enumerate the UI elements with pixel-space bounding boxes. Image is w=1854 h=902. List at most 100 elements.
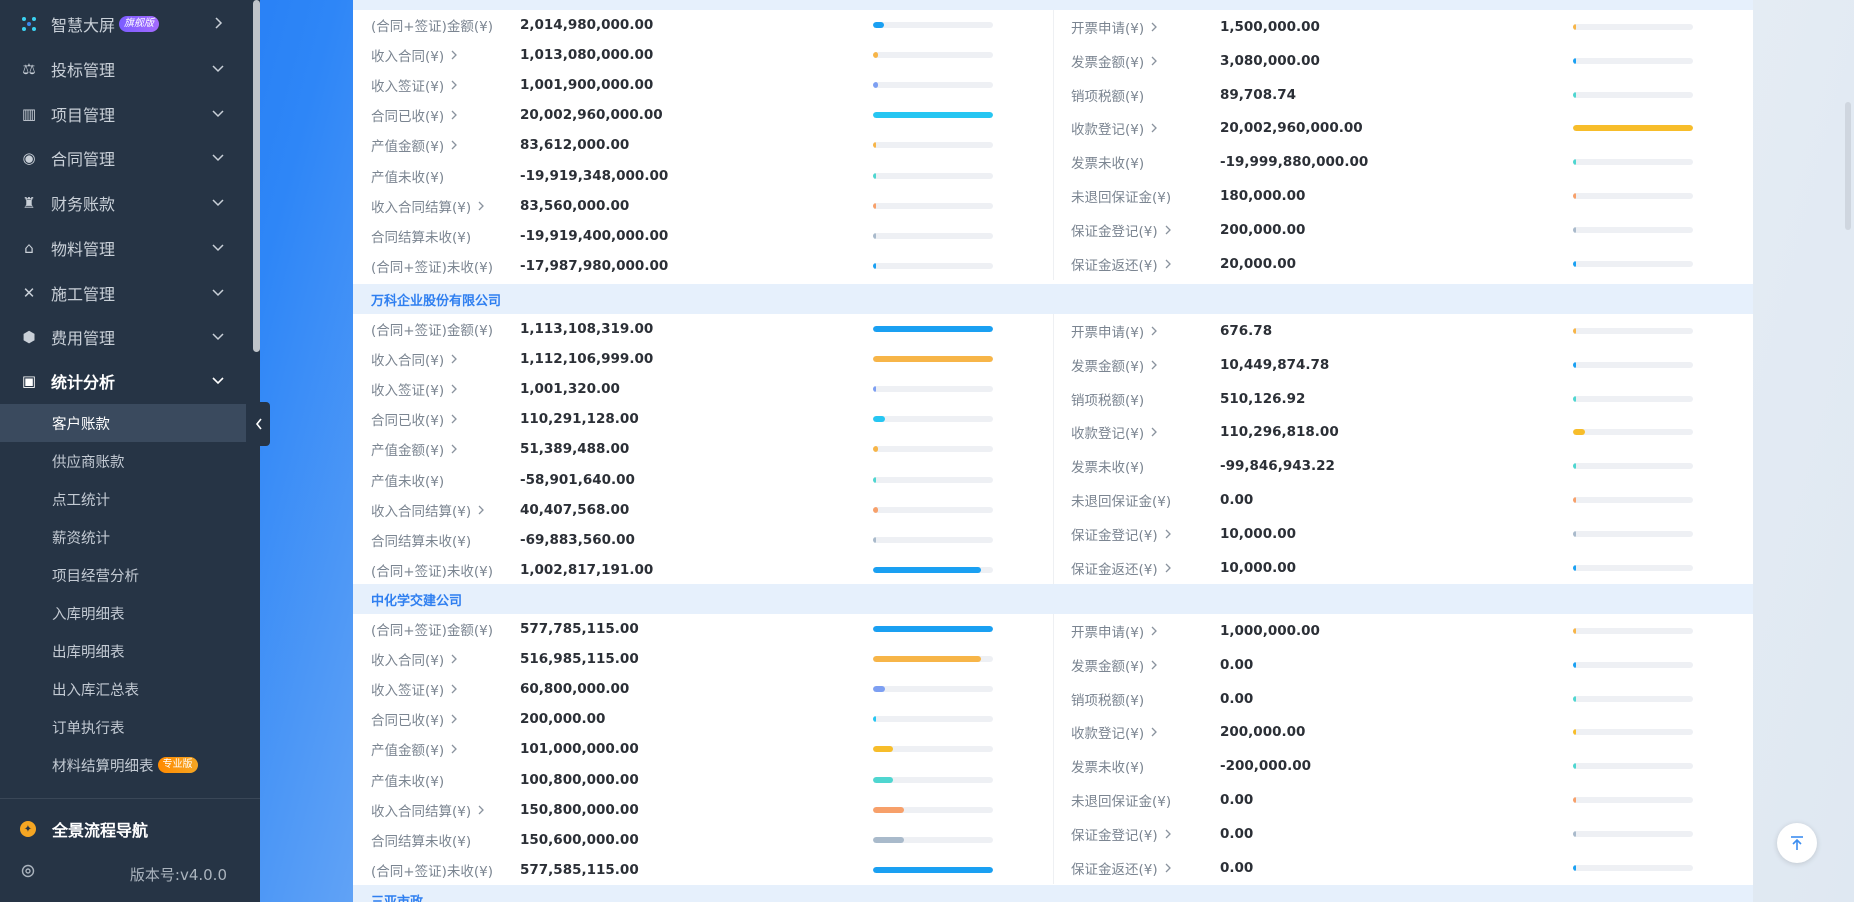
stat-label[interactable]: 收款登记(¥) bbox=[1071, 722, 1158, 742]
stat-row[interactable]: 发票金额(¥) 3,080,000.00 bbox=[353, 46, 1753, 76]
sidebar-subitem[interactable]: 入库明细表 bbox=[0, 594, 246, 632]
stat-row[interactable]: 开票申请(¥) 676.78 bbox=[353, 316, 1753, 346]
sidebar-item-menu[interactable]: ▥ 项目管理 bbox=[0, 92, 253, 136]
back-to-top-button[interactable] bbox=[1777, 823, 1817, 863]
sidebar-subitem[interactable]: 出库明细表 bbox=[0, 632, 246, 670]
sidebar-subitem[interactable]: 点工统计 bbox=[0, 480, 246, 518]
stat-label[interactable]: 保证金登记(¥) bbox=[1071, 220, 1172, 240]
progress-bar bbox=[1573, 763, 1693, 770]
stat-row[interactable]: 开票申请(¥) 1,500,000.00 bbox=[353, 12, 1753, 42]
stat-label[interactable]: 保证金登记(¥) bbox=[1071, 524, 1172, 544]
stat-row[interactable]: 保证金返还(¥) 10,000.00 bbox=[353, 553, 1753, 583]
stat-value: 20,002,960,000.00 bbox=[1220, 120, 1363, 137]
sidebar-item-menu[interactable]: ⚖ 投标管理 bbox=[0, 47, 253, 91]
sidebar-item-menu[interactable]: ⬢ 费用管理 bbox=[0, 315, 253, 359]
chevron-right-icon bbox=[1165, 529, 1171, 539]
sidebar-subitem[interactable]: 客户账款 bbox=[0, 404, 246, 442]
stat-label[interactable]: 保证金返还(¥) bbox=[1071, 558, 1172, 578]
sidebar-item-statistics[interactable]: ▣ 统计分析 bbox=[0, 359, 253, 403]
stat-row[interactable]: 保证金登记(¥) 10,000.00 bbox=[353, 519, 1753, 549]
stat-label-text: 开票申请(¥) bbox=[1071, 325, 1145, 341]
stat-label[interactable]: 开票申请(¥) bbox=[1071, 621, 1158, 641]
warehouse-icon: ⌂ bbox=[24, 238, 34, 257]
customer-name: 中化学交建公司 bbox=[371, 593, 463, 609]
sidebar-footer: ✦ 全景流程导航 版本号:v4.0.0 bbox=[0, 798, 260, 902]
progress-bar bbox=[1573, 125, 1693, 132]
sidebar-item-menu[interactable]: ✕ 施工管理 bbox=[0, 271, 253, 315]
sidebar-subitem[interactable]: 材料结算明细表 专业版 bbox=[0, 746, 246, 784]
stat-label[interactable]: 保证金登记(¥) bbox=[1071, 824, 1172, 844]
stat-label[interactable]: 收款登记(¥) bbox=[1071, 422, 1158, 442]
stat-row[interactable]: 保证金返还(¥) 0.00 bbox=[353, 853, 1753, 883]
flow-nav-button[interactable]: ✦ 全景流程导航 bbox=[20, 817, 148, 841]
sidebar-subitem[interactable]: 薪资统计 bbox=[0, 518, 246, 556]
chevron-down-icon bbox=[212, 65, 224, 73]
stat-label[interactable]: 发票金额(¥) bbox=[1071, 355, 1158, 375]
progress-bar-fill bbox=[1573, 830, 1576, 837]
sidebar-subitem[interactable]: 出入库汇总表 bbox=[0, 670, 246, 708]
sidebar-subitem[interactable]: 订单执行表 bbox=[0, 708, 246, 746]
progress-bar-fill bbox=[1573, 864, 1576, 871]
sidebar-scrollbar[interactable] bbox=[253, 0, 260, 352]
stat-label[interactable]: 开票申请(¥) bbox=[1071, 321, 1158, 341]
stat-row[interactable]: 收款登记(¥) 200,000.00 bbox=[353, 717, 1753, 747]
sidebar-item-menu[interactable]: ⌂ 物料管理 bbox=[0, 226, 253, 270]
stat-label[interactable]: 收款登记(¥) bbox=[1071, 118, 1158, 138]
stat-row[interactable]: 保证金登记(¥) 200,000.00 bbox=[353, 215, 1753, 245]
stat-value: 10,449,874.78 bbox=[1220, 356, 1330, 373]
stat-label[interactable]: 保证金返还(¥) bbox=[1071, 858, 1172, 878]
customer-name: 三亚市政 bbox=[371, 894, 424, 902]
progress-bar bbox=[1573, 328, 1693, 334]
sidebar-item-dashboard[interactable]: 智慧大屏 旗舰版 bbox=[0, 2, 253, 46]
sidebar-subitem-label: 客户账款 bbox=[52, 416, 110, 433]
progress-bar-fill bbox=[1573, 57, 1576, 64]
stat-row[interactable]: 发票金额(¥) 0.00 bbox=[353, 650, 1753, 680]
chevron-down-icon bbox=[212, 244, 224, 251]
gear-icon[interactable] bbox=[20, 863, 36, 879]
stat-label-text: 未退回保证金(¥) bbox=[1071, 794, 1172, 810]
chevron-down-icon bbox=[212, 110, 224, 117]
sidebar-item-label: 合同管理 bbox=[51, 150, 116, 170]
stat-label[interactable]: 开票申请(¥) bbox=[1071, 17, 1158, 37]
progress-bar-fill bbox=[1573, 763, 1576, 770]
stat-label-text: 发票未收(¥) bbox=[1071, 460, 1145, 477]
customer-name: 万科企业股份有限公司 bbox=[371, 293, 502, 309]
sidebar-subitem-label: 点工统计 bbox=[52, 492, 110, 509]
stat-value: -99,846,943.22 bbox=[1220, 458, 1335, 475]
building-icon: ▥ bbox=[21, 104, 37, 123]
progress-bar bbox=[1573, 463, 1693, 470]
stat-row[interactable]: 保证金登记(¥) 0.00 bbox=[353, 819, 1753, 849]
stat-label-text: 销项税额(¥) bbox=[1071, 692, 1145, 709]
stat-label[interactable]: 发票金额(¥) bbox=[1071, 655, 1158, 675]
progress-bar-fill bbox=[1573, 429, 1585, 436]
stat-label: 发票未收(¥) bbox=[1071, 152, 1144, 172]
stat-row[interactable]: 发票金额(¥) 10,449,874.78 bbox=[353, 350, 1753, 380]
progress-bar-fill bbox=[1573, 193, 1576, 199]
sidebar-subitem[interactable]: 项目经营分析 bbox=[0, 556, 246, 594]
stat-row[interactable]: 收款登记(¥) 110,296,818.00 bbox=[353, 417, 1753, 447]
chevron-right-icon bbox=[1151, 660, 1158, 670]
stat-row[interactable]: 保证金返还(¥) 20,000.00 bbox=[353, 249, 1753, 279]
stat-label[interactable]: 发票金额(¥) bbox=[1071, 51, 1158, 71]
page-scrollbar[interactable] bbox=[1845, 102, 1851, 230]
sidebar-collapse-button[interactable] bbox=[248, 402, 270, 446]
tools-icon: ✕ bbox=[22, 283, 36, 302]
progress-bar-fill bbox=[1573, 24, 1576, 30]
stat-label-text: 收款登记(¥) bbox=[1071, 726, 1145, 743]
stat-row[interactable]: 开票申请(¥) 1,000,000.00 bbox=[353, 616, 1753, 646]
chevron-right-icon bbox=[1165, 259, 1171, 269]
progress-bar bbox=[1573, 729, 1693, 736]
stat-value: 110,296,818.00 bbox=[1220, 424, 1339, 441]
progress-bar bbox=[1573, 260, 1693, 267]
sidebar-item-menu[interactable]: ♜ 财务账款 bbox=[0, 181, 253, 225]
stat-row[interactable]: 收款登记(¥) 20,002,960,000.00 bbox=[353, 113, 1753, 143]
sidebar-item-menu[interactable]: ◉ 合同管理 bbox=[0, 136, 253, 180]
stat-value: 0.00 bbox=[1220, 859, 1254, 876]
sidebar-subitem[interactable]: 供应商账款 bbox=[0, 442, 246, 480]
stat-value: 10,000.00 bbox=[1220, 525, 1297, 542]
stat-label[interactable]: 保证金返还(¥) bbox=[1071, 254, 1172, 274]
chevron-right-icon bbox=[1151, 626, 1158, 636]
section-header: 三亚市政 bbox=[353, 885, 1753, 902]
stat-label-text: 未退回保证金(¥) bbox=[1071, 190, 1172, 206]
progress-bar bbox=[1573, 361, 1693, 368]
